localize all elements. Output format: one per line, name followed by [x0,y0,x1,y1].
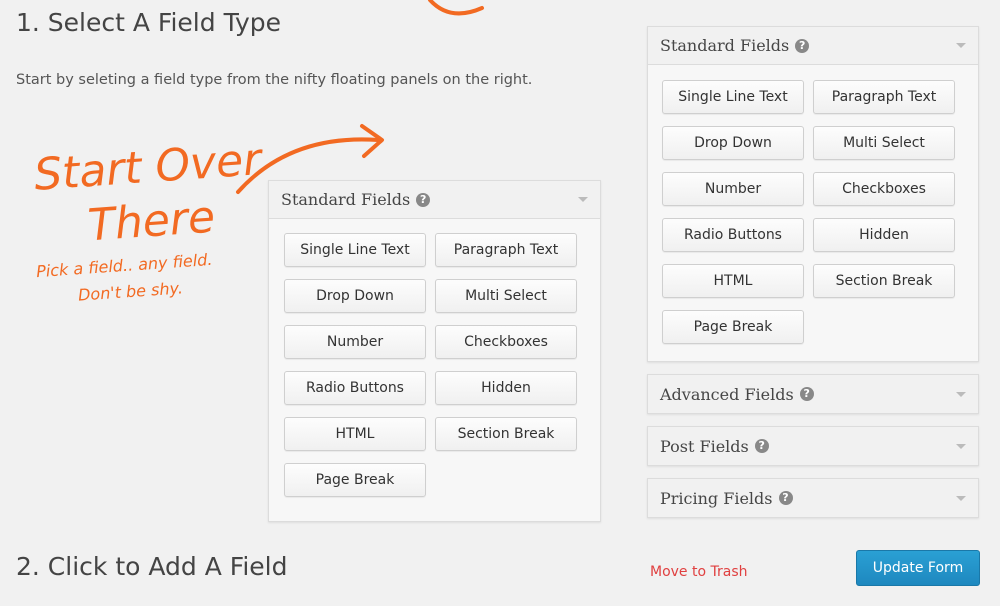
question-circle-icon[interactable]: ? [795,38,810,53]
field-button-html[interactable]: HTML [284,417,426,451]
question-circle-icon[interactable]: ? [416,192,431,207]
field-button-radio-buttons[interactable]: Radio Buttons [662,218,804,252]
right-standard-panel-title: Standard Fields [660,36,790,55]
field-button-page-break[interactable]: Page Break [662,310,804,344]
field-button-multi-select[interactable]: Multi Select [813,126,955,160]
field-button-hidden[interactable]: Hidden [435,371,577,405]
field-button-radio-buttons[interactable]: Radio Buttons [284,371,426,405]
annotation-start-over: Start Over [32,134,263,201]
field-button-paragraph-text[interactable]: Paragraph Text [435,233,577,267]
field-button-single-line-text[interactable]: Single Line Text [662,80,804,114]
field-button-hidden[interactable]: Hidden [813,218,955,252]
right-field-button-grid: Single Line Text Paragraph Text Drop Dow… [648,65,978,344]
right-standard-fields-panel: Standard Fields ? Single Line Text Parag… [647,26,979,362]
intro-text: Start by seleting a field type from the … [16,72,533,88]
caret-down-icon[interactable] [956,443,966,449]
field-button-html[interactable]: HTML [662,264,804,298]
field-button-multi-select[interactable]: Multi Select [435,279,577,313]
pricing-panel-header[interactable]: Pricing Fields ? [648,479,978,517]
question-circle-icon[interactable]: ? [799,387,814,401]
question-circle-icon[interactable]: ? [778,491,793,505]
field-button-section-break[interactable]: Section Break [435,417,577,451]
page-heading-select-field: 1. Select A Field Type [16,8,281,37]
field-button-paragraph-text[interactable]: Paragraph Text [813,80,955,114]
field-button-checkboxes[interactable]: Checkboxes [435,325,577,359]
annotation-pick-field: Pick a field.. any field. [35,249,213,282]
center-panel-header[interactable]: Standard Fields ? [269,181,600,219]
pricing-fields-panel[interactable]: Pricing Fields ? [647,478,979,518]
post-fields-panel[interactable]: Post Fields ? [647,426,979,466]
question-circle-icon[interactable]: ? [754,439,769,453]
field-button-single-line-text[interactable]: Single Line Text [284,233,426,267]
post-panel-header[interactable]: Post Fields ? [648,427,978,465]
move-to-trash-link[interactable]: Move to Trash [650,564,748,580]
caret-down-icon[interactable] [578,197,588,202]
post-panel-title: Post Fields [660,436,749,456]
field-button-drop-down[interactable]: Drop Down [662,126,804,160]
caret-down-icon[interactable] [956,391,966,397]
annotation-dont-be-shy: Don't be shy. [77,278,184,305]
caret-down-icon[interactable] [956,43,966,48]
field-button-section-break[interactable]: Section Break [813,264,955,298]
field-button-drop-down[interactable]: Drop Down [284,279,426,313]
field-button-number[interactable]: Number [284,325,426,359]
caret-down-icon[interactable] [956,495,966,501]
page-heading-add-field: 2. Click to Add A Field [16,552,288,581]
advanced-panel-title: Advanced Fields [660,384,794,404]
right-standard-panel-header[interactable]: Standard Fields ? [648,27,978,65]
center-field-button-grid: Single Line Text Paragraph Text Drop Dow… [269,219,600,497]
update-form-button[interactable]: Update Form [856,550,980,586]
field-button-number[interactable]: Number [662,172,804,206]
field-button-checkboxes[interactable]: Checkboxes [813,172,955,206]
advanced-panel-header[interactable]: Advanced Fields ? [648,375,978,413]
field-button-page-break[interactable]: Page Break [284,463,426,497]
advanced-fields-panel[interactable]: Advanced Fields ? [647,374,979,414]
annotation-there: There [86,191,217,252]
pricing-panel-title: Pricing Fields [660,488,773,508]
curved-arrow-icon [428,0,484,16]
center-panel-title: Standard Fields [281,190,411,209]
center-standard-fields-panel: Standard Fields ? Single Line Text Parag… [268,180,601,522]
